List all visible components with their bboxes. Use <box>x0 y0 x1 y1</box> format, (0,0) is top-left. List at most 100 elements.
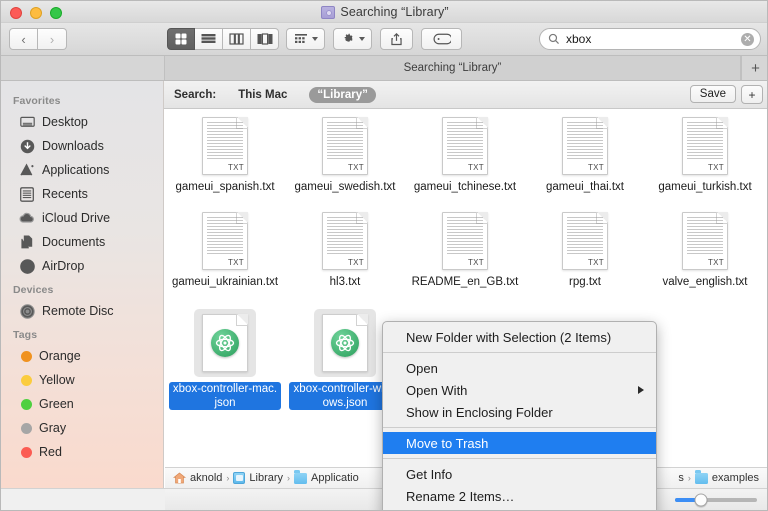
window-title: Searching “Library” <box>340 5 449 19</box>
file-name: xbox-controller-mac.json <box>169 382 281 410</box>
text-file-icon: TXT <box>202 117 248 175</box>
airdrop-icon <box>19 258 35 274</box>
text-file-icon: TXT <box>682 117 728 175</box>
view-mode-group <box>167 28 279 50</box>
icon-view-button[interactable] <box>167 28 195 50</box>
file-item[interactable]: TXT gameui_tchinese.txt <box>405 109 525 194</box>
menu-item-rename-2-items[interactable]: Rename 2 Items… <box>383 485 656 507</box>
share-button[interactable] <box>380 28 413 50</box>
file-name: gameui_spanish.txt <box>175 181 275 193</box>
breadcrumb-library[interactable]: Library <box>233 472 283 484</box>
breadcrumb-examples[interactable]: examples <box>694 470 759 484</box>
smart-folder-icon <box>321 5 336 19</box>
file-item[interactable]: TXT gameui_swedish.txt <box>285 109 405 194</box>
sidebar-item-tag-red[interactable]: Red <box>1 440 163 464</box>
file-item[interactable]: TXT README_en_GB.txt <box>405 204 525 289</box>
breadcrumb-aknold[interactable]: aknold <box>172 472 223 484</box>
atom-glyph <box>335 334 355 352</box>
add-criteria-button[interactable]: + <box>741 85 763 104</box>
slider-knob[interactable] <box>694 493 708 507</box>
menu-item-open-with[interactable]: Open With <box>383 379 656 401</box>
sidebar-item-remote-disc[interactable]: Remote Disc <box>1 299 163 323</box>
search-scope-label: Search: <box>174 88 217 101</box>
file-item[interactable]: TXT gameui_thai.txt <box>525 109 645 194</box>
sidebar-item-tag-gray[interactable]: Gray <box>1 416 163 440</box>
file-item[interactable]: TXT rpg.txt <box>525 204 645 289</box>
breadcrumb-application-support[interactable]: Applicatio <box>294 470 359 484</box>
sidebar-item-icloud-drive[interactable]: iCloud Drive <box>1 206 163 230</box>
file-name: hl3.txt <box>329 276 361 288</box>
column-view-button[interactable] <box>223 28 251 50</box>
breadcrumb-label: aknold <box>190 472 223 484</box>
file-item[interactable]: TXT gameui_ukrainian.txt <box>165 204 285 289</box>
tag-button[interactable] <box>421 28 462 50</box>
text-lines <box>207 217 243 255</box>
save-search-button[interactable]: Save <box>689 85 736 103</box>
text-lines <box>447 217 483 255</box>
file-name: gameui_tchinese.txt <box>413 181 517 193</box>
sidebar-item-label: Desktop <box>42 115 88 129</box>
file-item[interactable]: TXT gameui_spanish.txt <box>165 109 285 194</box>
clear-search-icon[interactable]: ✕ <box>741 32 754 46</box>
action-button[interactable] <box>333 28 372 50</box>
menu-item-show-in-enclosing-folder[interactable]: Show in Enclosing Folder <box>383 401 656 423</box>
file-item-selected[interactable]: xbox-controller-mac.json <box>165 301 285 410</box>
forward-button[interactable]: › <box>38 28 67 50</box>
new-tab-button[interactable]: + <box>741 56 767 80</box>
gallery-view-button[interactable] <box>251 28 279 50</box>
arrange-button[interactable] <box>286 28 325 50</box>
sidebar-item-tag-orange[interactable]: Orange <box>1 344 163 368</box>
file-item[interactable]: TXT valve_english.txt <box>645 204 765 289</box>
menu-item-get-info[interactable]: Get Info <box>383 463 656 485</box>
text-lines <box>687 122 723 160</box>
home-icon <box>172 472 187 484</box>
sidebar-item-downloads[interactable]: Downloads <box>1 134 163 158</box>
sidebar-item-label: Green <box>39 397 74 411</box>
file-name: valve_english.txt <box>662 276 748 288</box>
search-icon <box>548 33 559 44</box>
menu-separator <box>383 458 656 459</box>
scope-library[interactable]: “Library” <box>309 86 376 103</box>
text-lines <box>447 122 483 160</box>
list-view-button[interactable] <box>195 28 223 50</box>
sidebar-item-tag-green[interactable]: Green <box>1 392 163 416</box>
search-input[interactable]: xbox ✕ <box>539 28 761 50</box>
scope-this-mac[interactable]: This Mac <box>230 87 295 103</box>
file-item[interactable]: TXT gameui_turkish.txt <box>645 109 765 194</box>
file-item[interactable]: TXT hl3.txt <box>285 204 405 289</box>
menu-item-new-folder-with-selection[interactable]: New Folder with Selection (2 Items) <box>383 326 656 348</box>
sidebar-item-airdrop[interactable]: AirDrop <box>1 254 163 278</box>
back-button[interactable]: ‹ <box>9 28 38 50</box>
text-lines <box>207 122 243 160</box>
sidebar-item-label: Recents <box>42 187 88 201</box>
menu-item-move-to-trash[interactable]: Move to Trash <box>383 432 656 454</box>
menu-separator <box>383 352 656 353</box>
page-fold <box>236 314 248 326</box>
context-menu: New Folder with Selection (2 Items) Open… <box>382 321 657 510</box>
sidebar-item-label: iCloud Drive <box>42 211 111 225</box>
navigation-buttons: ‹ › <box>9 28 67 50</box>
sidebar-item-tag-yellow[interactable]: Yellow <box>1 368 163 392</box>
sidebar-item-documents[interactable]: Documents <box>1 230 163 254</box>
breadcrumb-label: examples <box>711 472 759 484</box>
icon-size-slider[interactable] <box>675 493 757 507</box>
sidebar-item-desktop[interactable]: Desktop <box>1 110 163 134</box>
sidebar-item-label: Documents <box>42 235 106 249</box>
sidebar-item-applications[interactable]: Applications <box>1 158 163 182</box>
desktop-icon <box>19 114 35 130</box>
list-icon <box>201 34 216 44</box>
applications-icon <box>19 162 35 178</box>
menu-item-label: Open With <box>406 382 468 398</box>
text-file-icon: TXT <box>562 117 608 175</box>
menu-item-duplicate[interactable]: Duplicate <box>383 507 656 510</box>
sidebar-item-recents[interactable]: Recents <box>1 182 163 206</box>
tab-searching-library[interactable]: Searching “Library” <box>164 56 741 80</box>
breadcrumb-truncated[interactable]: s <box>678 472 684 484</box>
menu-item-open[interactable]: Open <box>383 357 656 379</box>
sidebar-item-label: Downloads <box>42 139 104 153</box>
icloud-icon <box>19 210 35 226</box>
file-type-badge: TXT <box>707 258 724 267</box>
text-lines <box>327 217 363 255</box>
sidebar-item-label: AirDrop <box>42 259 85 273</box>
sidebar-item-label: Gray <box>39 421 67 435</box>
